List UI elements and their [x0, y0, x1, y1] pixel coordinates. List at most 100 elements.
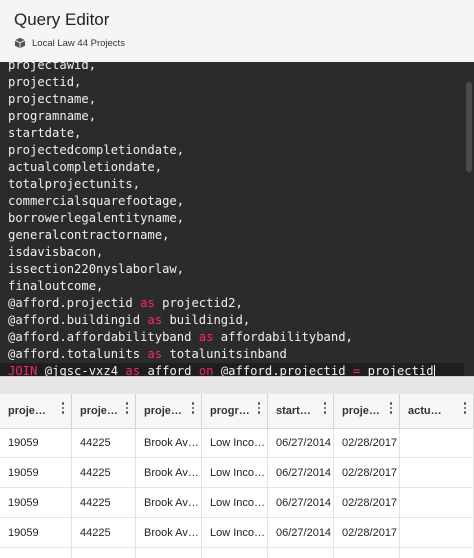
- column-menu-icon[interactable]: [323, 402, 327, 416]
- code-line[interactable]: finaloutcome,: [8, 278, 103, 295]
- code-text: finaloutcome,: [8, 279, 104, 293]
- code-line[interactable]: programname,: [8, 108, 96, 125]
- table-cell[interactable]: [400, 518, 474, 548]
- table-cell[interactable]: [400, 428, 474, 458]
- column-header-label: actu…: [408, 405, 442, 417]
- code-line[interactable]: generalcontractorname,: [8, 227, 169, 244]
- column-menu-icon[interactable]: [61, 402, 65, 416]
- table-cell[interactable]: [334, 548, 400, 558]
- code-line[interactable]: isdavisbacon,: [8, 244, 103, 261]
- column-header-label: proje…: [8, 405, 46, 417]
- table-cell[interactable]: Low Inco…: [202, 458, 268, 488]
- code-text: @jqsc-vxz4: [37, 364, 126, 376]
- table-cell[interactable]: [400, 458, 474, 488]
- column-menu-icon[interactable]: [191, 402, 195, 416]
- table-cell[interactable]: 02/28/2017: [334, 518, 400, 548]
- code-text: projectid: [360, 364, 434, 376]
- code-text: startdate,: [8, 126, 82, 140]
- table-cell[interactable]: Mermaid …: [136, 548, 202, 558]
- table-cell[interactable]: 19059: [0, 458, 72, 488]
- table-cell[interactable]: 06/27/2014: [268, 518, 334, 548]
- table-cell[interactable]: Brook Av…: [136, 518, 202, 548]
- table-cell[interactable]: 44225: [72, 428, 136, 458]
- table-cell[interactable]: 19059: [0, 428, 72, 458]
- table-cell[interactable]: New Infill …: [202, 548, 268, 558]
- code-line-current[interactable]: JOIN @jqsc-vxz4 as afford on @afford.pro…: [0, 363, 464, 376]
- code-line[interactable]: projectawid,: [8, 62, 96, 74]
- editor-scrollbar[interactable]: [464, 62, 474, 376]
- code-line[interactable]: @afford.affordabilityband as affordabili…: [8, 329, 353, 346]
- code-text: projectname,: [8, 92, 97, 106]
- code-keyword: JOIN: [8, 364, 38, 376]
- code-line[interactable]: borrowerlegalentityname,: [8, 210, 184, 227]
- table-cell[interactable]: Low Inco…: [202, 488, 268, 518]
- code-line[interactable]: projectname,: [8, 91, 96, 108]
- code-line[interactable]: @afford.buildingid as buildingid,: [8, 312, 250, 329]
- table-cell[interactable]: 44225: [72, 518, 136, 548]
- table-row[interactable]: 19059 44225 Brook Av… Low Inco… 06/27/2014 02…: [0, 518, 474, 548]
- column-header[interactable]: proje…: [334, 394, 400, 428]
- table-row[interactable]: 1942144230Mermaid …New Infill …06/30/201…: [0, 548, 474, 558]
- dataset-label[interactable]: Local Law 44 Projects: [14, 36, 125, 50]
- table-cell[interactable]: [400, 488, 474, 518]
- code-line[interactable]: issection220nyslaborlaw,: [8, 261, 184, 278]
- code-text: buildingid,: [162, 313, 251, 327]
- table-cell[interactable]: 07/21/2017: [400, 548, 474, 558]
- code-line[interactable]: actualcompletiondate,: [8, 159, 162, 176]
- soql-code-editor[interactable]: projectawid, projectid, projectname, progra…: [0, 62, 474, 376]
- table-cell[interactable]: Brook Av…: [136, 428, 202, 458]
- code-text: projectid2,: [154, 296, 243, 310]
- column-header[interactable]: proje…: [72, 394, 136, 428]
- table-cell[interactable]: Low Inco…: [202, 518, 268, 548]
- code-text: isdavisbacon,: [8, 245, 104, 259]
- table-cell[interactable]: 06/30/2015: [268, 548, 334, 558]
- table-cell[interactable]: 06/27/2014: [268, 488, 334, 518]
- column-header[interactable]: start…: [268, 394, 334, 428]
- page-title: Query Editor: [14, 10, 110, 29]
- table-cell[interactable]: 02/28/2017: [334, 428, 400, 458]
- column-header[interactable]: actu…: [400, 394, 474, 428]
- table-row[interactable]: 19059 44225 Brook Av… Low Inco… 06/27/2014 02…: [0, 458, 474, 488]
- table-cell[interactable]: 02/28/2017: [334, 458, 400, 488]
- table-cell[interactable]: Low Inco…: [202, 428, 268, 458]
- column-header[interactable]: progr…: [202, 394, 268, 428]
- code-text: @afford.projectid: [8, 296, 141, 310]
- table-cell[interactable]: Brook Av…: [136, 458, 202, 488]
- column-header-label: progr…: [210, 405, 250, 417]
- table-cell[interactable]: 19421: [0, 548, 72, 558]
- table-row[interactable]: 19059 44225 Brook Av… Low Inco… 06/27/2014 02…: [0, 488, 474, 518]
- code-text: generalcontractorname,: [8, 228, 170, 242]
- code-line[interactable]: projectid,: [8, 74, 81, 91]
- table-cell[interactable]: 02/28/2017: [334, 488, 400, 518]
- code-text: totalunitsinband: [162, 347, 287, 361]
- table-row[interactable]: 19059 44225 Brook Av… Low Inco… 06/27/2014 02…: [0, 428, 474, 458]
- pane-resize-handle[interactable]: [0, 376, 474, 395]
- editor-scrollbar-thumb[interactable]: [466, 82, 472, 172]
- code-line[interactable]: @afford.projectid as projectid2,: [8, 295, 243, 312]
- column-menu-icon[interactable]: [463, 402, 467, 416]
- column-header-label: proje…: [80, 405, 118, 417]
- code-text: afford: [140, 364, 199, 376]
- code-line[interactable]: commercialsquarefootage,: [8, 193, 184, 210]
- code-line[interactable]: @afford.totalunits as totalunitsinband: [8, 346, 287, 363]
- table-cell[interactable]: 44230: [72, 548, 136, 558]
- code-text: @afford.totalunits: [8, 347, 148, 361]
- column-menu-icon[interactable]: [257, 402, 261, 416]
- code-line[interactable]: projectedcompletiondate,: [8, 142, 184, 159]
- column-menu-icon[interactable]: [389, 402, 393, 416]
- results-grid[interactable]: proje… proje… proje… progr… start… proje… actu…: [0, 394, 474, 558]
- column-header[interactable]: proje…: [136, 394, 202, 428]
- code-text: programname,: [8, 109, 97, 123]
- table-cell[interactable]: 06/27/2014: [268, 428, 334, 458]
- column-menu-icon[interactable]: [125, 402, 129, 416]
- table-cell[interactable]: 06/27/2014: [268, 458, 334, 488]
- table-cell[interactable]: 19059: [0, 518, 72, 548]
- code-keyword: as: [140, 296, 155, 310]
- code-line[interactable]: totalprojectunits,: [8, 176, 140, 193]
- column-header[interactable]: proje…: [0, 394, 72, 428]
- code-line[interactable]: startdate,: [8, 125, 81, 142]
- table-cell[interactable]: 44225: [72, 488, 136, 518]
- table-cell[interactable]: Brook Av…: [136, 488, 202, 518]
- table-cell[interactable]: 19059: [0, 488, 72, 518]
- table-cell[interactable]: 44225: [72, 458, 136, 488]
